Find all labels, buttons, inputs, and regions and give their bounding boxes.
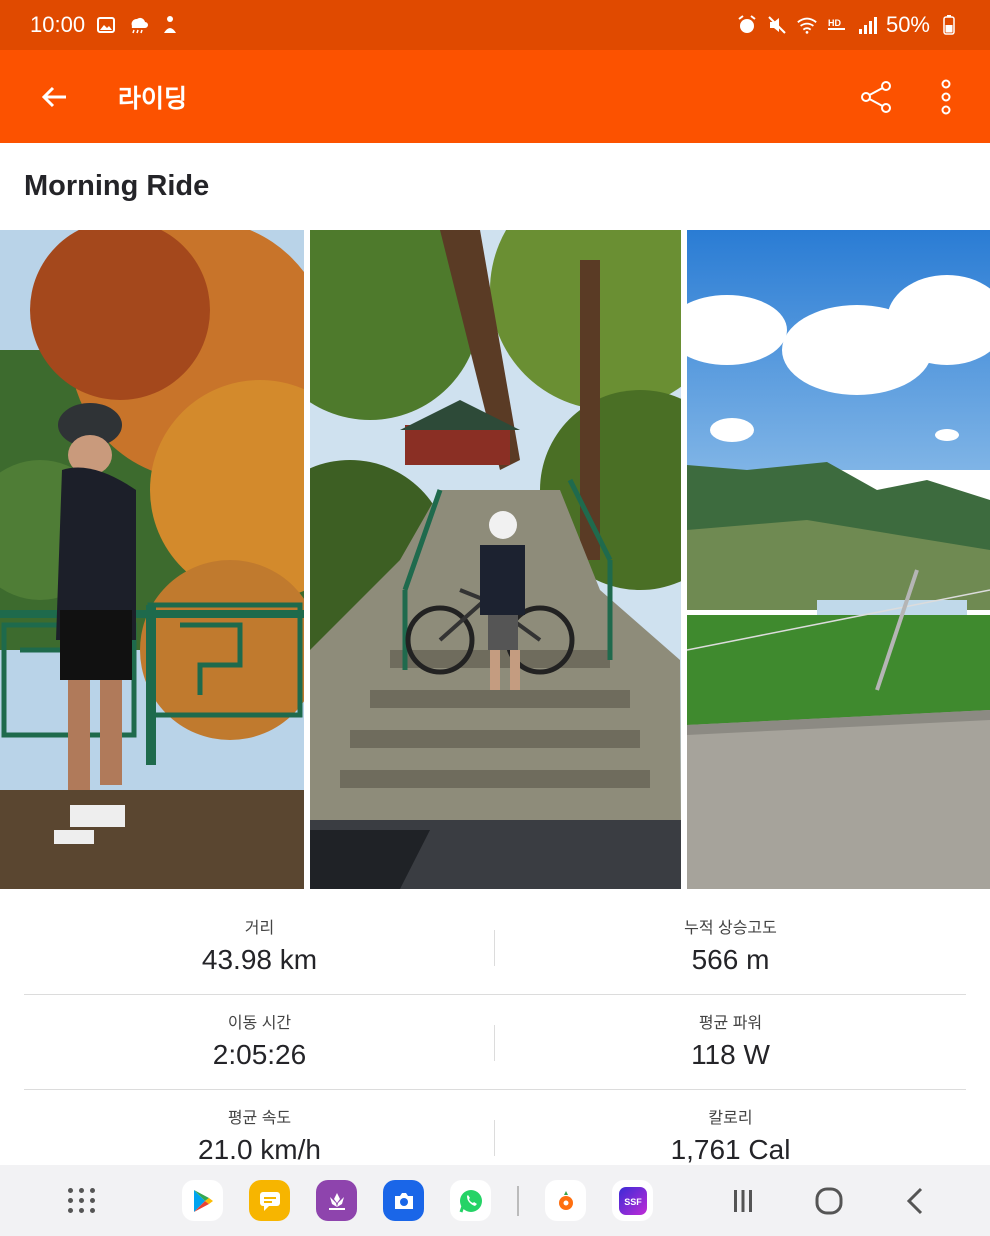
hd-voice-icon: HD [826,14,848,36]
stat-moving-time: 이동 시간 2:05:26 [24,995,495,1089]
back-button[interactable] [24,67,84,127]
stat-elevation-gain: 누적 상승고도 566 m [495,900,966,994]
stat-label: 누적 상승고도 [684,920,777,937]
play-store-icon[interactable] [182,1180,223,1221]
more-vertical-icon [941,79,951,114]
stat-value: 1,761 Cal [670,1134,791,1165]
dot [79,1208,84,1213]
stats-row: 거리 43.98 km 누적 상승고도 566 m [24,900,966,995]
back-nav-button[interactable] [895,1181,935,1221]
whatsapp-icon[interactable] [450,1180,491,1221]
stat-label: 이동 시간 [227,1015,292,1032]
dot [90,1188,95,1193]
divider [494,930,495,966]
carrot-icon[interactable] [545,1180,586,1221]
app-bar: 라이딩 [0,50,990,143]
stat-label: 칼로리 [708,1110,753,1127]
dock-separator [517,1185,519,1216]
signal-icon [856,14,878,36]
dot [68,1188,73,1193]
share-button[interactable] [854,75,898,119]
stat-avg-power: 평균 파워 118 W [495,995,966,1089]
divider [494,1120,495,1156]
ssf-label: SSF [624,1197,642,1207]
dot [68,1208,73,1213]
svg-text:HD: HD [828,18,841,28]
battery-percent: 50% [885,12,930,37]
stat-distance: 거리 43.98 km [24,900,495,994]
stat-value: 566 m [691,944,770,975]
photo-cyclist-autumn[interactable] [0,230,304,889]
clock: 10:00 [30,12,86,37]
share-icon [861,80,891,113]
system-nav [723,1181,935,1221]
camera-icon[interactable] [383,1180,424,1221]
activity-title: Morning Ride [24,170,210,202]
alarm-icon [736,14,758,36]
stat-value: 21.0 km/h [198,1134,321,1165]
ssf-icon[interactable]: SSF [612,1180,653,1221]
stat-label: 평균 속도 [227,1110,292,1127]
divider [494,1025,495,1061]
app-drawer-button[interactable] [62,1181,102,1221]
photo-mountain-field[interactable] [687,230,990,889]
arrow-left-icon [41,86,66,107]
messages-icon[interactable] [249,1180,290,1221]
stat-label: 거리 [244,920,275,937]
recents-button[interactable] [723,1181,763,1221]
back-nav-icon [906,1187,923,1214]
battery-icon [938,14,960,36]
accessibility-icon [159,14,181,36]
wifi-icon [796,14,818,36]
blossom-icon[interactable] [316,1180,357,1221]
more-options-button[interactable] [924,75,968,119]
stat-value: 43.98 km [201,944,318,975]
home-icon [815,1187,843,1214]
gallery-icon [95,14,117,36]
taskbar-dock: SSF [182,1180,653,1221]
recents-icon [734,1189,752,1212]
stats-row: 이동 시간 2:05:26 평균 파워 118 W [24,995,966,1090]
stats-grid: 거리 43.98 km 누적 상승고도 566 m 이동 시간 2:05:26 … [24,900,966,1185]
status-bar: 10:00 HD 50% [0,0,990,50]
stat-label: 평균 파워 [698,1015,763,1032]
mute-icon [766,14,788,36]
weather-icon [127,14,149,36]
stat-value: 118 W [691,1039,770,1070]
dot [68,1198,73,1203]
photo-cyclist-stairs[interactable] [310,230,681,889]
stat-value: 2:05:26 [212,1039,307,1070]
home-button[interactable] [809,1181,849,1221]
page-title: 라이딩 [118,84,188,113]
dot [79,1198,84,1203]
dot [90,1198,95,1203]
photo-carousel[interactable] [0,230,990,889]
dot [79,1188,84,1193]
dot [90,1208,95,1213]
navigation-bar: SSF [0,1165,990,1236]
